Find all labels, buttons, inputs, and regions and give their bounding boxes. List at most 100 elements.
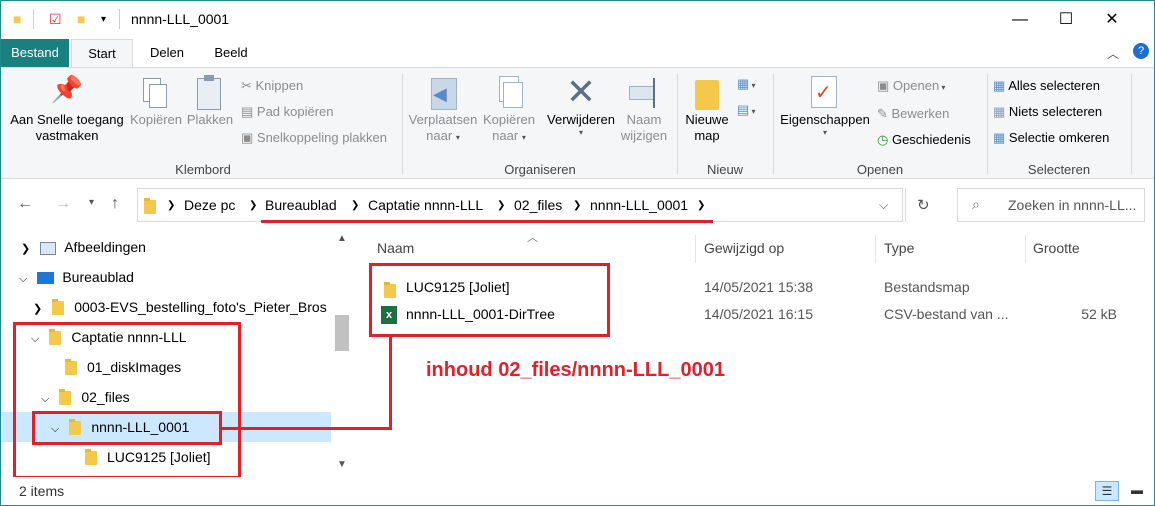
chevron-up-icon[interactable]: ︿ [1107,45,1119,62]
chevron-up-icon[interactable]: ▲ [337,233,347,244]
paste-label: Plakken [186,112,234,127]
history-label: Geschiedenis [891,132,971,147]
annotation-box [369,263,610,337]
cut-button[interactable]: ✂ Knippen [241,78,303,94]
customize-quick-icon[interactable]: ▾ [101,14,106,25]
minimize-button[interactable]: — [997,1,1043,39]
paste-shortcut-button[interactable]: ▣ Snelkoppeling plakken [241,130,387,146]
divider [875,235,876,263]
large-icons-view-icon[interactable]: ▬ [1125,481,1149,501]
shortcut-icon: ▣ [241,130,257,145]
close-button[interactable]: ✕ [1089,1,1135,39]
group-label-organiseren: Organiseren [504,162,576,177]
easy-access-button[interactable]: ▤ ▾ [737,102,756,120]
ribbon-tabs: Bestand Start Delen Beeld ︿ ? [1,39,1154,68]
pin-icon: 📌 [50,74,84,104]
copy-path-button[interactable]: ▤ Pad kopiëren [241,104,334,120]
back-arrow-icon[interactable]: ← [17,195,33,213]
paste-shortcut-label: Snelkoppeling plakken [256,130,388,145]
tab-delen[interactable]: Delen [147,39,187,67]
chevron-right-icon[interactable]: ❯ [33,303,42,315]
rename-button[interactable]: Naam wijzigen [617,74,671,144]
item-count: 2 items [19,483,65,499]
select-all-button[interactable]: ▦ Alles selecteren [993,78,1100,94]
pin-button[interactable]: 📌 Aan Snelle toegang vastmaken [7,74,127,144]
chevron-down-icon[interactable]: ⌵ [19,273,27,285]
column-header-name[interactable]: Naam [377,240,414,256]
help-icon[interactable]: ? [1133,43,1149,59]
copy-path-label: Pad kopiëren [256,104,334,119]
scrollbar-thumb[interactable] [335,315,349,351]
history-icon: ◷ [877,132,892,147]
column-header-modified[interactable]: Gewijzigd op [704,240,784,256]
tab-bestand[interactable]: Bestand [1,39,69,67]
history-button[interactable]: ◷ Geschiedenis [877,132,971,148]
invert-selection-icon: ▦ [993,130,1009,145]
nav-label: Bureaublad [62,269,134,285]
move-label-2: naar ▾ [426,128,460,143]
breadcrumb-bureaublad[interactable]: Bureaublad [265,197,337,213]
paste-button[interactable]: Plakken [185,74,235,128]
breadcrumb-current[interactable]: nnnn-LLL_0001 [590,197,688,213]
breadcrumb-deze-pc[interactable]: Deze pc [184,197,235,213]
pin-label-2: vastmaken [35,128,99,143]
divider [677,74,678,174]
details-view-icon[interactable]: ☰ [1095,481,1119,501]
annotation-label: inhoud 02_files/nnnn-LLL_0001 [426,359,725,381]
nav-item-bureaublad[interactable]: ⌵ Bureaublad [19,262,134,292]
search-box[interactable]: ⌕ Zoeken in nnnn-LL... [957,188,1145,222]
select-all-label: Alles selecteren [1008,78,1100,93]
divider [773,74,774,174]
explorer-window: ■ ☑ ■ ▾ nnnn-LLL_0001 — ☐ ✕ Bestand Star… [0,0,1155,506]
recent-locations-icon[interactable]: ▾ [89,197,94,208]
select-none-icon: ▦ [993,104,1009,119]
refresh-icon[interactable]: ↻ [917,196,930,214]
copy-path-icon: ▤ [241,104,257,119]
tab-start[interactable]: Start [71,39,133,68]
copy-to-icon [479,74,539,112]
move-to-button[interactable]: ◀ Verplaatsen naar ▾ [407,74,479,146]
up-arrow-icon[interactable]: ↑ [111,195,119,213]
cut-label: Knippen [255,78,304,93]
clipboard-icon [185,74,235,112]
copy-to-label-1: Kopiëren [482,112,536,127]
column-header-size[interactable]: Grootte [1033,240,1080,256]
copy-button[interactable]: Kopiëren [127,74,185,128]
properties-label: Eigenschappen [780,112,870,127]
rename-label-1: Naam [626,112,662,127]
new-folder-label-2: map [694,128,720,143]
properties-button[interactable]: ✓ Eigenschappen ▾ [777,74,873,137]
maximize-button[interactable]: ☐ [1043,1,1089,39]
properties-quick-icon[interactable]: ☑ [49,11,62,28]
new-folder-label-1: Nieuwe [685,112,729,127]
nav-item-afbeeldingen[interactable]: ❯ Afbeeldingen [21,232,146,262]
address-dropdown-icon[interactable]: ⌵ [879,198,888,213]
properties-icon: ✓ [777,74,873,112]
copy-to-button[interactable]: Kopiëren naar ▾ [479,74,539,146]
new-folder-quick-icon[interactable]: ■ [77,11,85,27]
edit-button[interactable]: ✎ Bewerken [877,106,949,122]
file-size: 52 kB [1081,306,1117,322]
new-folder-button[interactable]: Nieuwe map [681,74,733,144]
new-item-button[interactable]: ▦ ▾ [737,76,756,94]
delete-x-icon: ✕ [565,71,597,112]
annotation-box [32,411,222,445]
select-none-button[interactable]: ▦ Niets selecteren [993,104,1102,120]
breadcrumb-02-files[interactable]: 02_files [514,197,562,213]
tab-beeld[interactable]: Beeld [211,39,251,67]
chevron-right-icon[interactable]: ❯ [21,243,30,255]
divider [905,188,906,222]
chevron-right-icon: ❯ [249,200,258,211]
delete-button[interactable]: ✕ Verwijderen ▾ [541,71,621,138]
forward-arrow-icon[interactable]: → [55,195,71,213]
open-button[interactable]: ▣ Openen ▾ [877,78,945,96]
column-header-type[interactable]: Type [884,240,914,256]
chevron-down-icon[interactable]: ▼ [337,459,347,470]
invert-selection-button[interactable]: ▦ Selectie omkeren [993,130,1109,146]
breadcrumb-captatie[interactable]: Captatie nnnn-LLL [368,197,483,213]
search-input[interactable]: Zoeken in nnnn-LL... [1008,197,1136,213]
nav-item-0003-evs[interactable]: ❯ 0003-EVS_bestelling_foto's_Pieter_Bros [33,292,327,322]
nav-scrollbar[interactable]: ▲ ▼ [333,231,351,477]
scissors-icon: ✂ [241,78,256,93]
divider [1131,74,1132,174]
